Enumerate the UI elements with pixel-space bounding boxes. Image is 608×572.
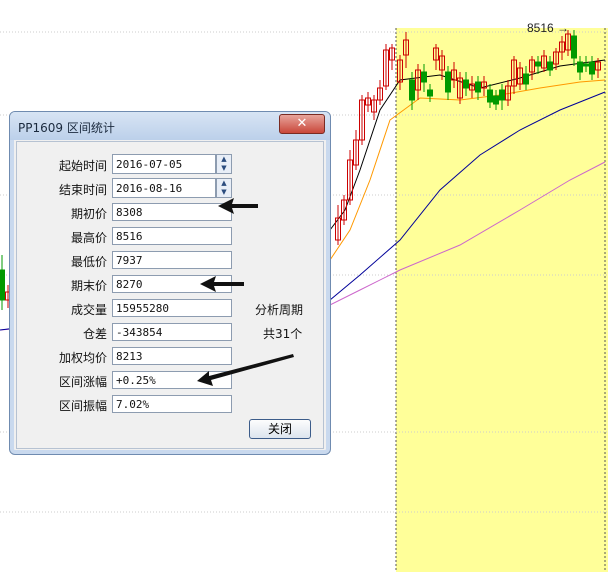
period-count: 共31个	[263, 327, 303, 341]
candle-body	[409, 79, 415, 101]
start-time-spinner[interactable]: ▲ ▼	[216, 154, 232, 174]
interval-stats-dialog: PP1609 区间统计 ✕ 起始时间 结束时间 期初价 最高价 最低价 期末价 …	[9, 111, 331, 455]
peak-price-label: 8516 →	[527, 21, 570, 35]
arrow-annotation	[200, 276, 244, 292]
candle-body	[487, 89, 493, 103]
candle-body	[427, 89, 433, 97]
candle-body	[589, 61, 595, 75]
chevron-up-icon[interactable]: ▲	[217, 155, 231, 164]
period-title: 分析周期	[255, 303, 304, 317]
label-end-time: 结束时间	[58, 183, 107, 197]
candle-body	[547, 61, 553, 71]
label-open-price: 期初价	[70, 207, 107, 221]
label-start-time: 起始时间	[58, 159, 107, 173]
end-time-spinner[interactable]: ▲ ▼	[216, 178, 232, 198]
dialog-body: 起始时间 结束时间 期初价 最高价 最低价 期末价 成交量 仓差 加权均价 区间…	[16, 141, 324, 449]
candle-body	[535, 61, 541, 67]
volume-field[interactable]: 15955280	[112, 299, 232, 317]
candle-body	[445, 71, 451, 93]
label-amplitude: 区间振幅	[58, 399, 107, 413]
label-oi-change: 仓差	[82, 327, 107, 341]
candle-body	[475, 81, 481, 93]
label-weighted-avg: 加权均价	[58, 351, 107, 365]
label-change-pct: 区间涨幅	[58, 375, 107, 389]
low-price-field[interactable]: 7937	[112, 251, 232, 269]
candle-body	[463, 79, 469, 89]
label-close-price: 期末价	[70, 279, 107, 293]
candle-body	[571, 35, 577, 59]
arrow-annotation	[197, 354, 294, 386]
end-time-field[interactable]: 2016-08-16	[112, 178, 216, 198]
close-icon[interactable]: ✕	[279, 114, 325, 134]
close-button[interactable]: 关闭	[249, 419, 311, 439]
candle-body	[0, 269, 5, 301]
candle-body	[523, 73, 529, 85]
candle-body	[583, 63, 589, 67]
chevron-up-icon[interactable]: ▲	[217, 179, 231, 188]
high-price-field[interactable]: 8516	[112, 227, 232, 245]
dialog-title: PP1609 区间统计	[18, 121, 115, 135]
label-volume: 成交量	[70, 303, 107, 317]
candle-body	[577, 61, 583, 73]
candle-body	[499, 89, 505, 101]
amplitude-field[interactable]: 7.02%	[112, 395, 232, 413]
candle-body	[493, 95, 499, 105]
label-high-price: 最高价	[70, 231, 107, 245]
chevron-down-icon[interactable]: ▼	[217, 164, 231, 173]
arrow-annotation	[218, 198, 258, 214]
oi-change-field[interactable]: -343854	[112, 323, 232, 341]
candle-body	[421, 71, 427, 83]
label-low-price: 最低价	[70, 255, 107, 269]
dialog-titlebar[interactable]: PP1609 区间统计 ✕	[10, 112, 330, 140]
start-time-field[interactable]: 2016-07-05	[112, 154, 216, 174]
